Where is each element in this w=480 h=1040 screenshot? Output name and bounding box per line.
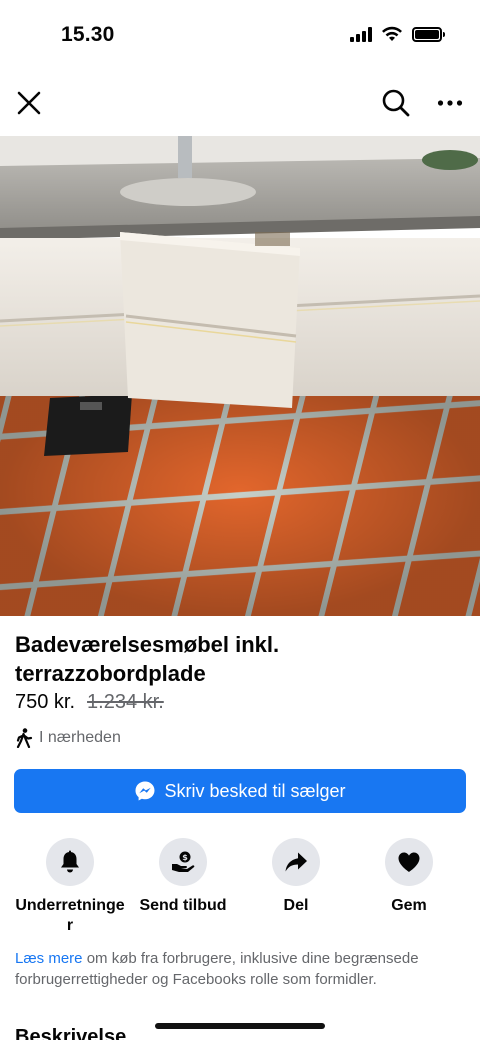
message-seller-button[interactable]: Skriv besked til sælger (14, 769, 466, 813)
more-options-button[interactable] (431, 84, 469, 122)
home-indicator[interactable] (155, 1023, 325, 1029)
status-icons (350, 26, 445, 42)
status-bar: 15.30 (0, 0, 480, 70)
listing-price: 750 kr. (15, 691, 76, 713)
close-button[interactable] (10, 84, 48, 122)
notifications-circle (46, 838, 94, 886)
description-heading: Beskrivelse (15, 1026, 127, 1040)
share-label: Del (283, 897, 309, 914)
share-button[interactable]: Del (240, 838, 352, 916)
search-icon (382, 89, 410, 117)
battery-icon (412, 26, 445, 42)
walking-person-icon (16, 728, 33, 748)
send-offer-button[interactable]: $ Send tilbud (127, 838, 239, 916)
notifications-button[interactable]: Underretninger (14, 838, 126, 936)
top-nav-bar (0, 72, 480, 134)
offer-icon: $ (172, 851, 195, 872)
consumer-disclaimer: Læs mere om køb fra forbrugere, inklusiv… (15, 948, 470, 990)
close-icon (17, 91, 41, 115)
location-label: I nærheden (39, 729, 121, 746)
price-row: 750 kr. 1.234 kr. (15, 691, 164, 714)
notifications-label: Underretninger (15, 897, 125, 934)
send-offer-label: Send tilbud (139, 897, 227, 914)
save-label: Gem (391, 897, 427, 914)
search-button[interactable] (377, 84, 415, 122)
location-row: I nærheden (15, 728, 121, 748)
wifi-icon (382, 26, 402, 41)
cellular-signal-icon (350, 26, 372, 42)
messenger-icon (135, 781, 155, 801)
read-more-link[interactable]: Læs mere (15, 950, 83, 967)
original-price: 1.234 kr. (87, 691, 164, 713)
svg-text:$: $ (182, 853, 188, 862)
listing-photo[interactable] (0, 136, 480, 616)
message-seller-label: Skriv besked til sælger (164, 780, 346, 801)
status-time: 15.30 (61, 23, 115, 46)
send-offer-circle: $ (159, 838, 207, 886)
save-circle (385, 838, 433, 886)
heart-icon (398, 852, 420, 872)
listing-photo-image (0, 136, 480, 616)
share-icon (285, 852, 307, 872)
share-circle (272, 838, 320, 886)
more-horizontal-icon (437, 100, 463, 106)
listing-title: Badeværelsesmøbel inkl. terrazzobordplad… (15, 632, 280, 686)
save-button[interactable]: Gem (353, 838, 465, 916)
bell-icon (61, 850, 79, 873)
